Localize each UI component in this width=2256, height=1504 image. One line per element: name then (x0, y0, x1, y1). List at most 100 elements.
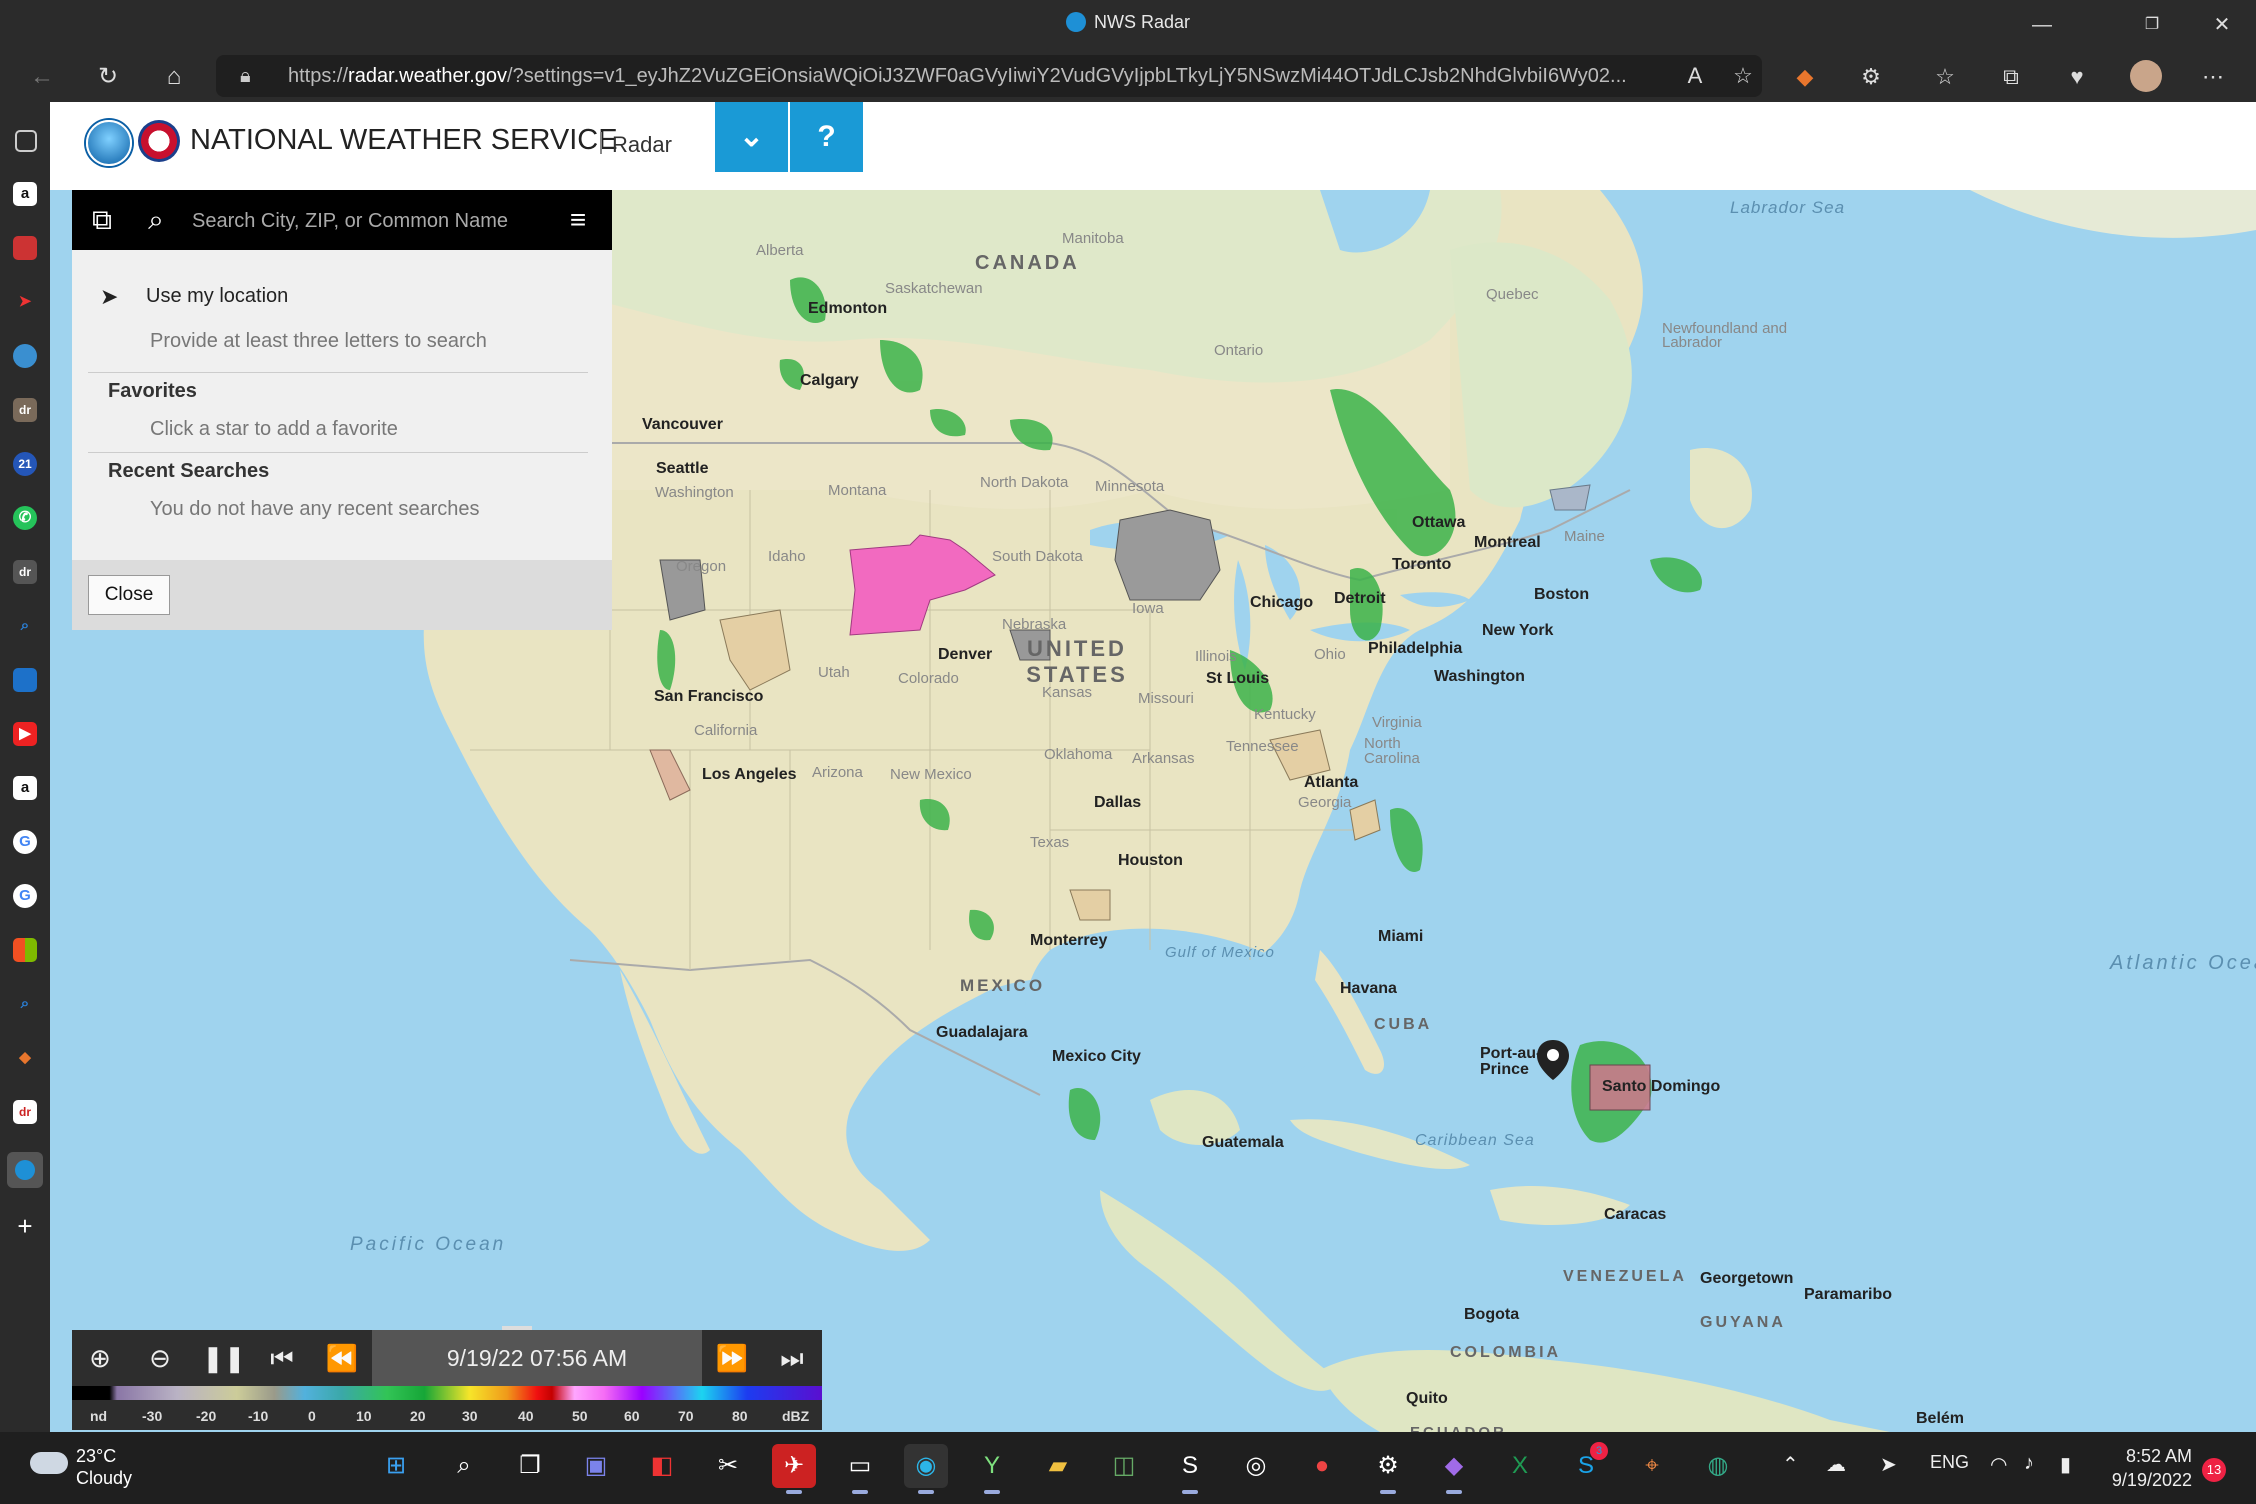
add-site-icon[interactable]: + (13, 1213, 37, 1239)
maps-icon[interactable]: ⌖ (1630, 1444, 1674, 1488)
google-icon-2[interactable]: G (13, 884, 37, 908)
app-icon-s[interactable]: S (1168, 1444, 1212, 1494)
extensions-icon[interactable]: ⚙ (1854, 62, 1888, 92)
zoom-out-icon[interactable]: ⊖ (140, 1338, 180, 1378)
location-icon[interactable]: ➤ (1880, 1452, 1897, 1477)
home-icon[interactable]: ⌂ (154, 58, 194, 96)
excel-icon[interactable]: X (1498, 1444, 1542, 1488)
google-icon[interactable]: G (13, 830, 37, 854)
label-mexico-city: Mexico City (1052, 1048, 1141, 1065)
use-my-location-link[interactable]: Use my location (146, 285, 288, 308)
amazon-icon-2[interactable]: a (13, 776, 37, 800)
search-site-icon[interactable]: ⌕ (13, 614, 37, 638)
volume-icon[interactable]: ♪ (2024, 1452, 2034, 1475)
search-taskbar-icon[interactable]: ⌕ (442, 1444, 486, 1488)
hamburger-menu-icon[interactable]: ≡ (560, 202, 596, 238)
refresh-icon[interactable]: ↻ (88, 58, 128, 96)
microsoft-icon[interactable] (13, 938, 37, 962)
globe-icon[interactable]: ◍ (1696, 1444, 1740, 1488)
app-icon-green[interactable]: Y (970, 1444, 1014, 1494)
label-oklahoma: Oklahoma (1044, 746, 1113, 763)
layers-icon[interactable]: ⧉ (84, 202, 120, 238)
close-window-button[interactable]: ✕ (2200, 8, 2244, 42)
terminal-icon[interactable]: ▭ (838, 1444, 882, 1494)
teams-chat-icon[interactable]: ▣ (574, 1444, 618, 1488)
step-forward-icon[interactable]: ⏩ (712, 1338, 752, 1378)
label-washington-state: Washington (655, 484, 734, 501)
wifi-icon[interactable]: ◠ (1990, 1452, 2007, 1477)
help-icon: ? (817, 120, 836, 153)
file-explorer-icon[interactable]: ▰ (1036, 1444, 1080, 1488)
timestamp-display[interactable]: 9/19/22 07:56 AM (372, 1330, 702, 1386)
divider-2 (88, 452, 588, 453)
office-icon[interactable]: ◧ (640, 1444, 684, 1488)
add-favorite-icon[interactable]: ☆ (1726, 61, 1760, 91)
edge-browser-icon[interactable]: ◉ (904, 1444, 948, 1494)
metamask-extension-icon[interactable]: ◆ (1788, 62, 1822, 92)
profile-avatar[interactable] (2130, 60, 2162, 92)
menu-dropdown-button[interactable]: ⌄ (715, 102, 788, 172)
blue-gray-area (1549, 484, 1591, 511)
site-title[interactable]: NATIONAL WEATHER SERVICE (190, 124, 618, 157)
chat-icon[interactable] (13, 344, 37, 368)
label-venezuela: VENEZUELA (1563, 1268, 1687, 1285)
label-montana: Montana (828, 482, 887, 499)
step-back-icon[interactable]: ⏪ (322, 1338, 362, 1378)
zoom-in-icon[interactable]: ⊕ (80, 1338, 120, 1378)
label-gulf-of-mexico: Gulf of Mexico (1165, 944, 1275, 961)
onedrive-icon[interactable]: ☁ (1826, 1452, 1846, 1477)
clock[interactable]: 8:52 AM 9/19/2022 (2108, 1444, 2192, 1492)
help-button[interactable]: ? (790, 102, 863, 172)
calendar-icon[interactable]: 21 (13, 452, 37, 476)
whatsapp-icon[interactable]: ✆ (13, 506, 37, 530)
nws-sidebar-icon[interactable] (7, 1152, 43, 1188)
show-hidden-icons[interactable]: ⌃ (1782, 1452, 1799, 1477)
scale-label: 70 (678, 1408, 694, 1424)
more-options-icon[interactable]: ⋯ (2196, 62, 2230, 92)
youtube-icon[interactable]: ▶ (13, 722, 37, 746)
dr-icon-3[interactable]: dr (13, 1100, 37, 1124)
timeline-handle[interactable] (502, 1326, 532, 1330)
visual-studio-icon[interactable]: ◆ (1432, 1444, 1476, 1494)
read-aloud-icon[interactable]: A (1678, 61, 1712, 91)
rewards-icon[interactable]: ♥ (2060, 62, 2094, 92)
site-icon[interactable] (13, 236, 37, 260)
snipping-tool-icon[interactable]: ✂ (706, 1444, 750, 1488)
app-icon-santa[interactable]: ● (1300, 1444, 1344, 1488)
arrow-site-icon[interactable]: ➤ (13, 290, 37, 314)
pause-icon[interactable]: ❚❚ (202, 1338, 246, 1378)
skip-to-end-icon[interactable]: ⏭ (772, 1338, 812, 1378)
dr-icon[interactable]: dr (13, 398, 37, 422)
skip-to-start-icon[interactable]: ⏮ (262, 1338, 302, 1378)
skype-icon[interactable]: S3 (1564, 1442, 1608, 1488)
amazon-icon[interactable]: a (13, 182, 37, 206)
store-icon[interactable]: ◫ (1102, 1444, 1146, 1488)
battery-icon[interactable]: ▮ (2060, 1452, 2071, 1477)
settings-icon[interactable]: ⚙ (1366, 1444, 1410, 1494)
label-pacific-ocean: Pacific Ocean (350, 1234, 507, 1255)
windows-start-icon[interactable]: ⊞ (374, 1444, 418, 1488)
steam-icon[interactable]: ◎ (1234, 1444, 1278, 1488)
close-button[interactable]: Close (88, 575, 170, 615)
fox-icon[interactable]: ◆ (13, 1046, 37, 1070)
back-icon[interactable]: ← (22, 58, 62, 96)
search-input[interactable] (190, 200, 534, 242)
app-icon-red[interactable]: ✈ (772, 1444, 816, 1494)
search-site-icon-2[interactable]: ⌕ (13, 992, 37, 1016)
minimize-button[interactable]: — (2020, 8, 2064, 42)
label-iowa: Iowa (1132, 600, 1164, 617)
notification-badge[interactable]: 13 (2202, 1458, 2226, 1482)
address-bar[interactable]: 🔒︎ https://radar.weather.gov/?settings=v… (216, 55, 1762, 97)
collections-icon[interactable]: ⧉ (1994, 62, 2028, 92)
dr-icon-2[interactable]: dr (13, 560, 37, 584)
site-icon-2[interactable] (13, 668, 37, 692)
lock-icon[interactable]: 🔒︎ (240, 55, 251, 97)
search-icon[interactable]: ⌕ (138, 202, 174, 238)
location-arrow-icon[interactable]: ➤ (100, 284, 118, 310)
task-view-icon[interactable]: ❐ (508, 1444, 552, 1488)
weather-description: Cloudy (76, 1468, 133, 1488)
favorites-icon[interactable]: ☆ (1928, 62, 1962, 92)
language-indicator[interactable]: ENG (1930, 1452, 1969, 1473)
restore-button[interactable]: ❐ (2130, 8, 2174, 42)
tab-actions-icon[interactable] (15, 130, 37, 152)
